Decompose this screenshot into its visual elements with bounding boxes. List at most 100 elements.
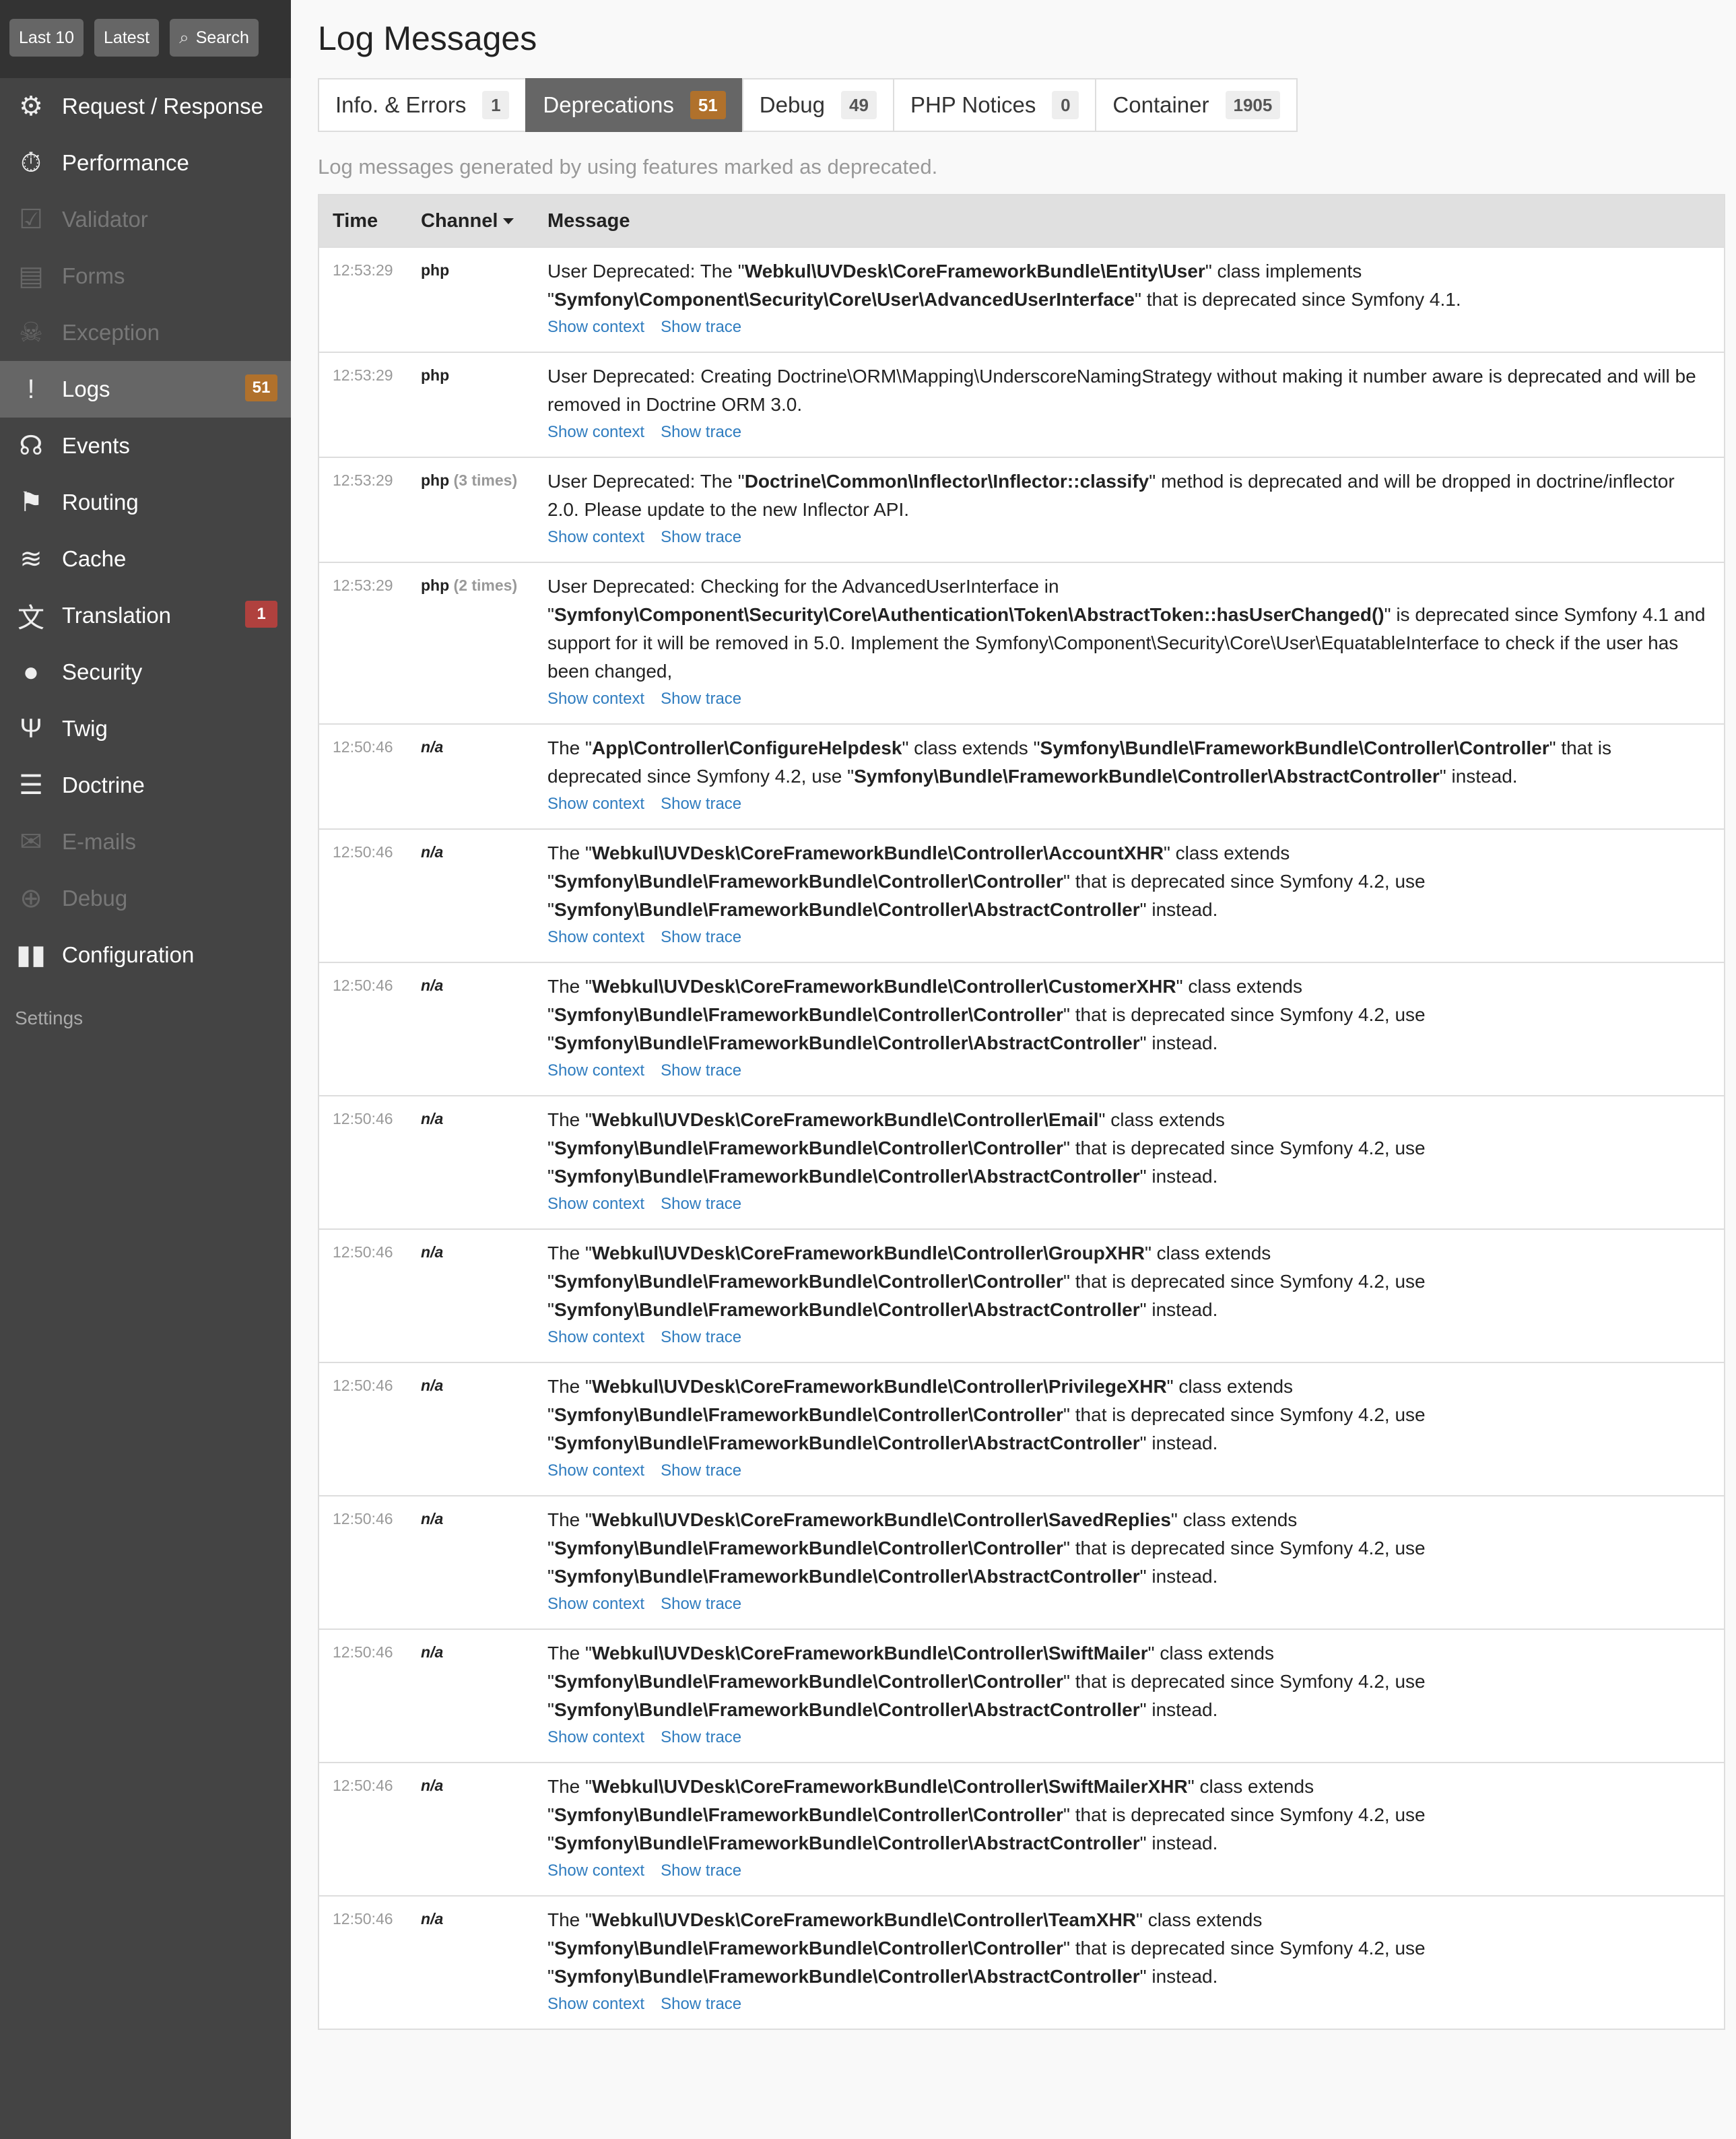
log-links: Show context Show trace	[547, 1459, 1710, 1483]
search-button[interactable]: ⌕ Search	[170, 19, 259, 57]
show-trace-link[interactable]: Show trace	[661, 423, 741, 441]
last-10-button[interactable]: Last 10	[9, 19, 84, 57]
tab-deprecations[interactable]: Deprecations 51	[525, 78, 742, 132]
table-header-row: Time Channel Message	[319, 195, 1725, 247]
log-links: Show context Show trace	[547, 687, 1710, 711]
tab-container[interactable]: Container 1905	[1095, 78, 1298, 132]
show-trace-link[interactable]: Show trace	[661, 928, 741, 946]
log-channel: n/a	[421, 1643, 444, 1661]
sidebar-item-security[interactable]: ● Security	[0, 644, 291, 700]
log-message-cell: The "Webkul\UVDesk\CoreFrameworkBundle\C…	[534, 1362, 1725, 1496]
show-trace-link[interactable]: Show trace	[661, 1195, 741, 1213]
show-context-link[interactable]: Show context	[547, 1995, 644, 2013]
class-name: Symfony\Bundle\FrameworkBundle\Controlle…	[554, 1699, 1140, 1720]
log-rows: 12:53:29 php User Deprecated: The "Webkul\…	[319, 246, 1725, 2029]
log-message: The "Webkul\UVDesk\CoreFrameworkBundle\C…	[547, 1373, 1710, 1457]
sidebar-item-label: Twig	[62, 716, 108, 741]
settings-link[interactable]: Settings	[0, 983, 291, 1029]
sidebar-item-forms: ▤ Forms	[0, 248, 291, 304]
sidebar-item-twig[interactable]: Ψ Twig	[0, 700, 291, 757]
log-links: Show context Show trace	[547, 315, 1710, 339]
tab-info-errors[interactable]: Info. & Errors 1	[318, 78, 526, 132]
sidebar-item-performance[interactable]: ⏱ Performance	[0, 135, 291, 191]
sidebar-item-request-response[interactable]: ⚙ Request / Response	[0, 78, 291, 135]
sidebar-item-label: Configuration	[62, 942, 195, 967]
log-channel-cell: php (3 times)	[407, 457, 534, 562]
log-message: The "Webkul\UVDesk\CoreFrameworkBundle\C…	[547, 839, 1710, 924]
show-context-link[interactable]: Show context	[547, 1061, 644, 1080]
sidebar-item-configuration[interactable]: ▮▮ Configuration	[0, 927, 291, 983]
show-context-link[interactable]: Show context	[547, 1862, 644, 1880]
show-trace-link[interactable]: Show trace	[661, 318, 741, 336]
sidebar-item-doctrine[interactable]: ☰ Doctrine	[0, 757, 291, 814]
show-context-link[interactable]: Show context	[547, 1195, 644, 1213]
show-context-link[interactable]: Show context	[547, 423, 644, 441]
log-message-cell: The "Webkul\UVDesk\CoreFrameworkBundle\C…	[534, 1095, 1725, 1229]
latest-label: Latest	[104, 28, 150, 47]
show-context-link[interactable]: Show context	[547, 318, 644, 336]
show-context-link[interactable]: Show context	[547, 928, 644, 946]
show-context-link[interactable]: Show context	[547, 1728, 644, 1746]
class-name: Symfony\Bundle\FrameworkBundle\Controlle…	[554, 1433, 1140, 1453]
table-row: 12:50:46 n/a The "Webkul\UVDesk\CoreFramew…	[319, 962, 1725, 1096]
page-title: Log Messages	[318, 20, 537, 57]
show-trace-link[interactable]: Show trace	[661, 528, 741, 546]
show-trace-link[interactable]: Show trace	[661, 1328, 741, 1346]
log-message-cell: User Deprecated: Checking for the Advanc…	[534, 562, 1725, 724]
show-context-link[interactable]: Show context	[547, 1328, 644, 1346]
sidebar-item-cache[interactable]: ≋ Cache	[0, 531, 291, 587]
sidebar-item-label: Request / Response	[62, 94, 264, 119]
show-context-link[interactable]: Show context	[547, 1595, 644, 1613]
show-context-link[interactable]: Show context	[547, 1461, 644, 1480]
show-trace-link[interactable]: Show trace	[661, 1061, 741, 1080]
tab-label: Debug	[759, 92, 826, 117]
log-channel: php	[421, 577, 450, 594]
class-name: Symfony\Bundle\FrameworkBundle\Controlle…	[554, 1138, 1064, 1158]
message-text: " instead.	[1139, 1566, 1218, 1587]
class-name: Webkul\UVDesk\CoreFrameworkBundle\Entity…	[744, 261, 1205, 282]
message-text: The "	[547, 976, 592, 997]
sidebar-item-routing[interactable]: ⚑ Routing	[0, 474, 291, 531]
sidebar-item-events[interactable]: ☊ Events	[0, 418, 291, 474]
sidebar-item-label: Forms	[62, 263, 125, 288]
tab-php-notices[interactable]: PHP Notices 0	[892, 78, 1096, 132]
log-message-cell: User Deprecated: Creating Doctrine\ORM\M…	[534, 352, 1725, 457]
show-trace-link[interactable]: Show trace	[661, 1728, 741, 1746]
profiler-menu: ⚙ Request / Response ⏱ Performance ☑ Validato…	[0, 78, 291, 983]
show-trace-link[interactable]: Show trace	[661, 1461, 741, 1480]
toggles-icon: ▮▮	[15, 940, 46, 970]
show-context-link[interactable]: Show context	[547, 690, 644, 708]
channel-column-header[interactable]: Channel	[407, 195, 534, 247]
log-channel: php	[421, 261, 450, 279]
show-trace-link[interactable]: Show trace	[661, 795, 741, 813]
log-channel-cell: n/a	[407, 1495, 534, 1629]
class-name: Webkul\UVDesk\CoreFrameworkBundle\Contro…	[591, 1909, 1137, 1930]
log-channel-cell: php (2 times)	[407, 562, 534, 724]
show-trace-link[interactable]: Show trace	[661, 1862, 741, 1880]
latest-button[interactable]: Latest	[94, 19, 160, 57]
tab-count-badge: 1905	[1225, 91, 1281, 119]
log-message-cell: The "Webkul\UVDesk\CoreFrameworkBundle\C…	[534, 962, 1725, 1096]
message-text: The "	[547, 843, 592, 863]
class-name: Symfony\Bundle\FrameworkBundle\Controlle…	[1040, 737, 1549, 758]
sidebar-item-logs[interactable]: ! Logs 51	[0, 361, 291, 418]
class-name: Doctrine\Common\Inflector\Inflector::cla…	[744, 471, 1149, 492]
table-row: 12:53:29 php (3 times) User Deprecated: Th…	[319, 457, 1725, 562]
log-links: Show context Show trace	[547, 420, 1710, 445]
log-message-cell: The "Webkul\UVDesk\CoreFrameworkBundle\C…	[534, 1628, 1725, 1763]
class-name: Symfony\Bundle\FrameworkBundle\Controlle…	[554, 1804, 1064, 1825]
show-context-link[interactable]: Show context	[547, 528, 644, 546]
log-time: 12:53:29	[319, 246, 407, 352]
show-trace-link[interactable]: Show trace	[661, 1595, 741, 1613]
tab-label: Container	[1112, 92, 1209, 117]
table-row: 12:50:46 n/a The "Webkul\UVDesk\CoreFramew…	[319, 1628, 1725, 1763]
sidebar-item-translation[interactable]: 文 Translation 1	[0, 587, 291, 644]
class-name: Symfony\Bundle\FrameworkBundle\Controlle…	[554, 1299, 1140, 1320]
show-context-link[interactable]: Show context	[547, 795, 644, 813]
message-text: The "	[547, 1509, 592, 1530]
tab-label: Info. & Errors	[335, 92, 467, 117]
class-name: Webkul\UVDesk\CoreFrameworkBundle\Contro…	[591, 1509, 1171, 1530]
show-trace-link[interactable]: Show trace	[661, 1995, 741, 2013]
show-trace-link[interactable]: Show trace	[661, 690, 741, 708]
tab-debug[interactable]: Debug 49	[741, 78, 893, 132]
